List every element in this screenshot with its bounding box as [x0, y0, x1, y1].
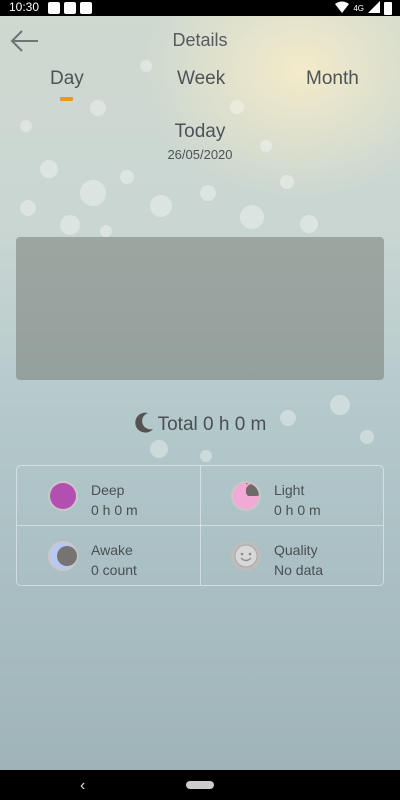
battery-icon — [384, 2, 392, 15]
stat-deep: Deep 0 h 0 m — [17, 466, 200, 525]
image-notification-icon — [48, 2, 60, 14]
total-sleep-text: Total 0 h 0 m — [157, 414, 267, 435]
deep-sleep-icon — [47, 480, 79, 512]
stat-label: Awake — [91, 542, 133, 558]
status-time: 10:30 — [9, 0, 40, 14]
tab-day[interactable]: Day — [50, 68, 84, 90]
stat-quality: Quality No data — [200, 526, 383, 585]
stat-label: Quality — [274, 542, 318, 558]
tab-week[interactable]: Week — [177, 68, 225, 90]
home-pill[interactable] — [186, 781, 214, 789]
period-tabs: Day Week Month — [0, 68, 400, 108]
stat-value: 0 count — [91, 562, 137, 578]
stat-value: No data — [274, 562, 324, 578]
quality-smiley-icon — [230, 540, 262, 572]
date-title: Today — [174, 121, 226, 142]
signal-icon — [368, 1, 380, 16]
nav-back-icon[interactable]: ‹ — [80, 777, 85, 795]
system-nav-bar: ‹ — [0, 770, 400, 800]
header: Details — [0, 16, 400, 66]
stat-light: Light 0 h 0 m — [200, 466, 383, 525]
tab-month[interactable]: Month — [306, 68, 359, 90]
page-title: Details — [172, 30, 228, 50]
network-type-label: 4G — [353, 4, 364, 13]
sleep-stats-grid: Deep 0 h 0 m Light 0 h 0 m Awake 0 count — [16, 465, 384, 586]
tab-selected-indicator — [60, 97, 73, 101]
background — [0, 0, 400, 770]
status-bar: 10:30 4G — [0, 0, 400, 16]
stat-label: Light — [274, 482, 305, 498]
total-sleep: Total 0 h 0 m — [0, 411, 400, 439]
awake-icon — [47, 540, 79, 572]
moon-icon — [134, 411, 154, 439]
stat-value: 0 h 0 m — [274, 502, 321, 518]
parking-notification-icon — [80, 2, 92, 14]
stat-value: 0 h 0 m — [91, 502, 138, 518]
sleep-chart-area — [16, 237, 384, 380]
app-notification-icon — [64, 2, 76, 14]
wifi-icon — [335, 1, 350, 16]
light-sleep-icon — [230, 480, 262, 512]
stat-label: Deep — [91, 482, 125, 498]
stat-awake: Awake 0 count — [17, 526, 200, 585]
date-value: 26/05/2020 — [167, 147, 233, 162]
